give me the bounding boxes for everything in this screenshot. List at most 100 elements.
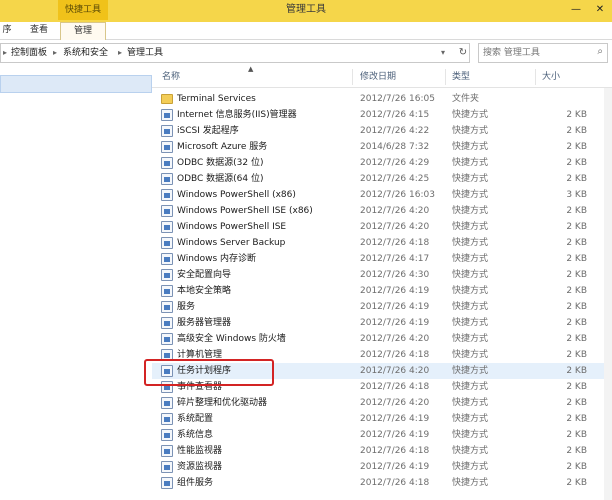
file-row[interactable]: 安全配置向导 2012/7/26 4:30 快捷方式 2 KB — [152, 267, 607, 283]
file-modified-date: 2012/7/26 16:03 — [360, 190, 435, 200]
close-button[interactable]: ✕ — [588, 0, 612, 20]
shortcut-icon — [161, 109, 173, 121]
file-row[interactable]: ODBC 数据源(64 位) 2012/7/26 4:25 快捷方式 2 KB — [152, 171, 607, 187]
vertical-scrollbar[interactable] — [604, 88, 612, 500]
file-size: 2 KB — [566, 414, 587, 424]
file-row[interactable]: 系统信息 2012/7/26 4:19 快捷方式 2 KB — [152, 427, 607, 443]
column-date[interactable]: 修改日期 — [360, 70, 396, 84]
file-type: 快捷方式 — [452, 334, 489, 344]
file-row[interactable]: 性能监视器 2012/7/26 4:18 快捷方式 2 KB — [152, 443, 607, 459]
search-input[interactable] — [483, 46, 589, 60]
file-modified-date: 2012/7/26 4:19 — [360, 318, 430, 328]
file-row[interactable]: 组件服务 2012/7/26 4:18 快捷方式 2 KB — [152, 475, 607, 491]
file-size: 2 KB — [566, 158, 587, 168]
file-type: 快捷方式 — [452, 318, 489, 328]
file-size: 2 KB — [566, 430, 587, 440]
file-type: 快捷方式 — [452, 446, 489, 456]
file-row[interactable]: Windows PowerShell ISE (x86) 2012/7/26 4:… — [152, 203, 607, 219]
refresh-icon[interactable]: ↻ — [456, 44, 470, 62]
shortcut-icon — [161, 397, 173, 409]
chevron-down-icon[interactable]: ▾ — [441, 44, 445, 62]
column-header-row: ▲ 名称 修改日期 类型 大小 — [152, 65, 612, 88]
file-name: ODBC 数据源(64 位) — [177, 174, 264, 184]
file-row[interactable]: Windows PowerShell ISE 2012/7/26 4:20 快捷方式… — [152, 219, 607, 235]
column-type[interactable]: 类型 — [452, 70, 470, 84]
file-modified-date: 2012/7/26 4:22 — [360, 126, 430, 136]
shortcut-icon — [161, 205, 173, 217]
file-name: Terminal Services — [177, 94, 256, 104]
file-modified-date: 2012/7/26 4:25 — [360, 174, 430, 184]
column-name[interactable]: 名称 — [162, 70, 180, 84]
file-row[interactable]: Windows 内存诊断 2012/7/26 4:17 快捷方式 2 KB — [152, 251, 607, 267]
minimize-button[interactable]: — — [564, 0, 588, 20]
file-size: 2 KB — [566, 446, 587, 456]
file-size: 2 KB — [566, 238, 587, 248]
file-name: Windows Server Backup — [177, 238, 286, 248]
file-name: 系统信息 — [177, 430, 214, 440]
file-type: 快捷方式 — [452, 222, 489, 232]
file-type: 快捷方式 — [452, 462, 489, 472]
nav-selected-item[interactable] — [0, 75, 152, 93]
shortcut-icon — [161, 237, 173, 249]
file-type: 快捷方式 — [452, 478, 489, 488]
file-size: 2 KB — [566, 334, 587, 344]
file-name: 碎片整理和优化驱动器 — [177, 398, 268, 408]
breadcrumb-control-panel[interactable]: 控制面板 — [11, 44, 47, 62]
search-box[interactable]: ⌕ — [478, 43, 608, 63]
file-type: 快捷方式 — [452, 142, 489, 152]
shortcut-icon — [161, 157, 173, 169]
file-type: 快捷方式 — [452, 286, 489, 296]
file-modified-date: 2012/7/26 4:20 — [360, 366, 430, 376]
file-name: Windows PowerShell ISE (x86) — [177, 206, 313, 216]
file-name: 系统配置 — [177, 414, 214, 424]
file-row[interactable]: 本地安全策略 2012/7/26 4:19 快捷方式 2 KB — [152, 283, 607, 299]
file-row[interactable]: 服务 2012/7/26 4:19 快捷方式 2 KB — [152, 299, 607, 315]
file-size: 2 KB — [566, 366, 587, 376]
file-size: 2 KB — [566, 318, 587, 328]
file-row[interactable]: Windows PowerShell (x86) 2012/7/26 16:03 快… — [152, 187, 607, 203]
breadcrumb-system-security[interactable]: 系统和安全 — [63, 44, 108, 62]
file-row[interactable]: Terminal Services 2012/7/26 16:05 文件夹 — [152, 91, 607, 107]
file-row[interactable]: 资源监视器 2012/7/26 4:19 快捷方式 2 KB — [152, 459, 607, 475]
file-row[interactable]: Microsoft Azure 服务 2014/6/28 7:32 快捷方式 2 KB — [152, 139, 607, 155]
search-icon[interactable]: ⌕ — [597, 46, 603, 57]
tab-order[interactable]: 序 — [0, 22, 14, 40]
column-divider[interactable] — [445, 69, 446, 85]
address-bar[interactable]: ▸ 控制面板 ▸ 系统和安全 ▸ 管理工具 ▾ ↻ — [0, 43, 470, 63]
file-row[interactable]: Internet 信息服务(IIS)管理器 2012/7/26 4:15 快捷方式 2… — [152, 107, 607, 123]
file-modified-date: 2014/6/28 7:32 — [360, 142, 430, 152]
file-modified-date: 2012/7/26 4:19 — [360, 286, 430, 296]
tab-view[interactable]: 查看 — [24, 22, 54, 40]
navigation-pane[interactable] — [0, 66, 152, 500]
file-row[interactable]: 碎片整理和优化驱动器 2012/7/26 4:20 快捷方式 2 KB — [152, 395, 607, 411]
file-size: 2 KB — [566, 350, 587, 360]
file-modified-date: 2012/7/26 4:20 — [360, 206, 430, 216]
file-name: Windows PowerShell (x86) — [177, 190, 296, 200]
file-modified-date: 2012/7/26 4:30 — [360, 270, 430, 280]
file-type: 文件夹 — [452, 94, 480, 104]
file-row[interactable]: 高级安全 Windows 防火墙 2012/7/26 4:20 快捷方式 2 KB — [152, 331, 607, 347]
file-row[interactable]: 服务器管理器 2012/7/26 4:19 快捷方式 2 KB — [152, 315, 607, 331]
ribbon-tabs: 序 查看 管理 — [0, 22, 612, 40]
file-row[interactable]: ODBC 数据源(32 位) 2012/7/26 4:29 快捷方式 2 KB — [152, 155, 607, 171]
file-row[interactable]: iSCSI 发起程序 2012/7/26 4:22 快捷方式 2 KB — [152, 123, 607, 139]
file-type: 快捷方式 — [452, 190, 489, 200]
breadcrumb-admin-tools[interactable]: 管理工具 — [127, 44, 163, 62]
shortcut-icon — [161, 221, 173, 233]
file-name: ODBC 数据源(32 位) — [177, 158, 264, 168]
file-modified-date: 2012/7/26 4:29 — [360, 158, 430, 168]
shortcut-icon — [161, 317, 173, 329]
column-divider[interactable] — [352, 69, 353, 85]
file-name: 服务器管理器 — [177, 318, 232, 328]
file-size: 2 KB — [566, 254, 587, 264]
file-type: 快捷方式 — [452, 382, 489, 392]
tab-manage[interactable]: 管理 — [60, 22, 106, 40]
column-size[interactable]: 大小 — [542, 70, 560, 84]
file-row[interactable]: Windows Server Backup 2012/7/26 4:18 快捷方式 2… — [152, 235, 607, 251]
file-size: 2 KB — [566, 206, 587, 216]
column-divider[interactable] — [535, 69, 536, 85]
shortcut-icon — [161, 461, 173, 473]
file-type: 快捷方式 — [452, 174, 489, 184]
file-row[interactable]: 系统配置 2012/7/26 4:19 快捷方式 2 KB — [152, 411, 607, 427]
chevron-right-icon: ▸ — [118, 48, 123, 57]
